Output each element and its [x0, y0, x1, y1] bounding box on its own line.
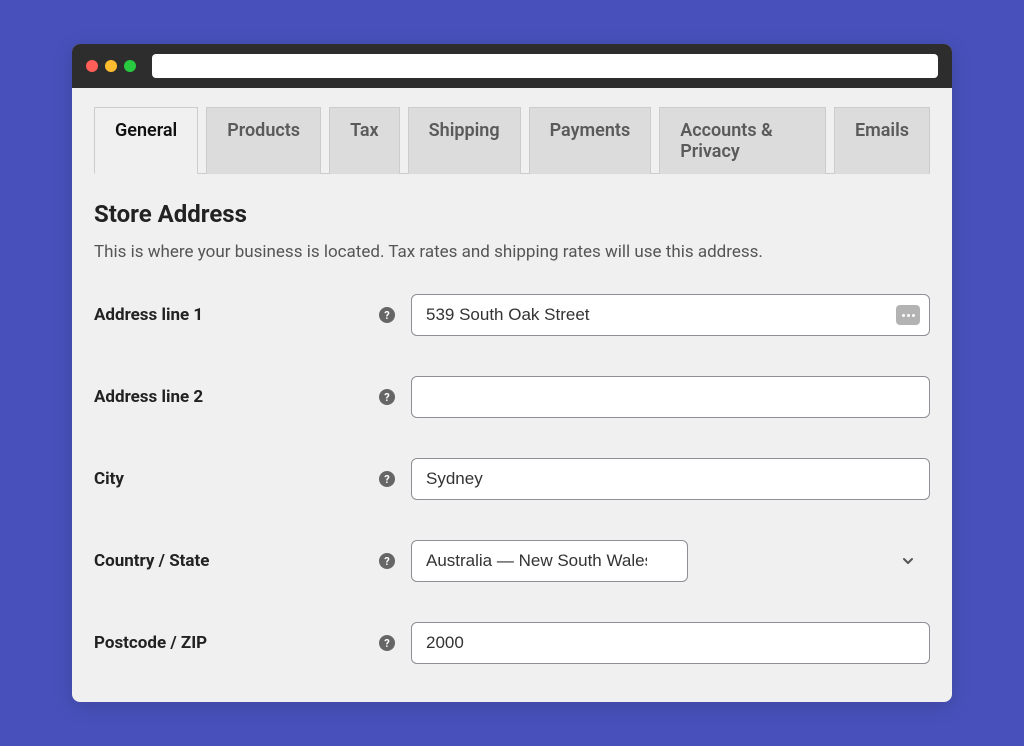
help-icon[interactable]: ? — [379, 389, 395, 405]
minimize-icon[interactable] — [105, 60, 117, 72]
section-title: Store Address — [94, 200, 930, 228]
url-bar[interactable] — [152, 54, 938, 78]
help-icon[interactable]: ? — [379, 307, 395, 323]
field-row-postcode: Postcode / ZIP ? — [94, 622, 930, 664]
field-row-address1: Address line 1 ? — [94, 294, 930, 336]
page-content: General Products Tax Shipping Payments A… — [72, 88, 952, 702]
tab-emails[interactable]: Emails — [834, 107, 930, 174]
autofill-icon[interactable] — [896, 305, 920, 325]
close-icon[interactable] — [86, 60, 98, 72]
tab-shipping[interactable]: Shipping — [408, 107, 521, 174]
label-country-state: Country / State — [94, 551, 379, 571]
field-row-address2: Address line 2 ? — [94, 376, 930, 418]
city-input[interactable] — [411, 458, 930, 500]
tab-payments[interactable]: Payments — [529, 107, 652, 174]
browser-window: General Products Tax Shipping Payments A… — [72, 44, 952, 702]
tab-tax[interactable]: Tax — [329, 107, 400, 174]
label-city: City — [94, 469, 379, 489]
settings-tabs: General Products Tax Shipping Payments A… — [94, 106, 930, 174]
postcode-input[interactable] — [411, 622, 930, 664]
maximize-icon[interactable] — [124, 60, 136, 72]
help-icon[interactable]: ? — [379, 471, 395, 487]
tab-general[interactable]: General — [94, 107, 198, 174]
window-controls — [86, 60, 136, 72]
section-description: This is where your business is located. … — [94, 242, 930, 262]
address1-input[interactable] — [411, 294, 930, 336]
chevron-down-icon — [900, 553, 916, 569]
tab-products[interactable]: Products — [206, 107, 321, 174]
help-icon[interactable]: ? — [379, 553, 395, 569]
address2-input[interactable] — [411, 376, 930, 418]
titlebar — [72, 44, 952, 88]
help-icon[interactable]: ? — [379, 635, 395, 651]
tab-accounts-privacy[interactable]: Accounts & Privacy — [659, 107, 826, 174]
label-address2: Address line 2 — [94, 387, 379, 407]
field-row-country-state: Country / State ? — [94, 540, 930, 582]
field-row-city: City ? — [94, 458, 930, 500]
country-state-select[interactable] — [411, 540, 688, 582]
label-postcode: Postcode / ZIP — [94, 633, 379, 653]
label-address1: Address line 1 — [94, 305, 379, 325]
